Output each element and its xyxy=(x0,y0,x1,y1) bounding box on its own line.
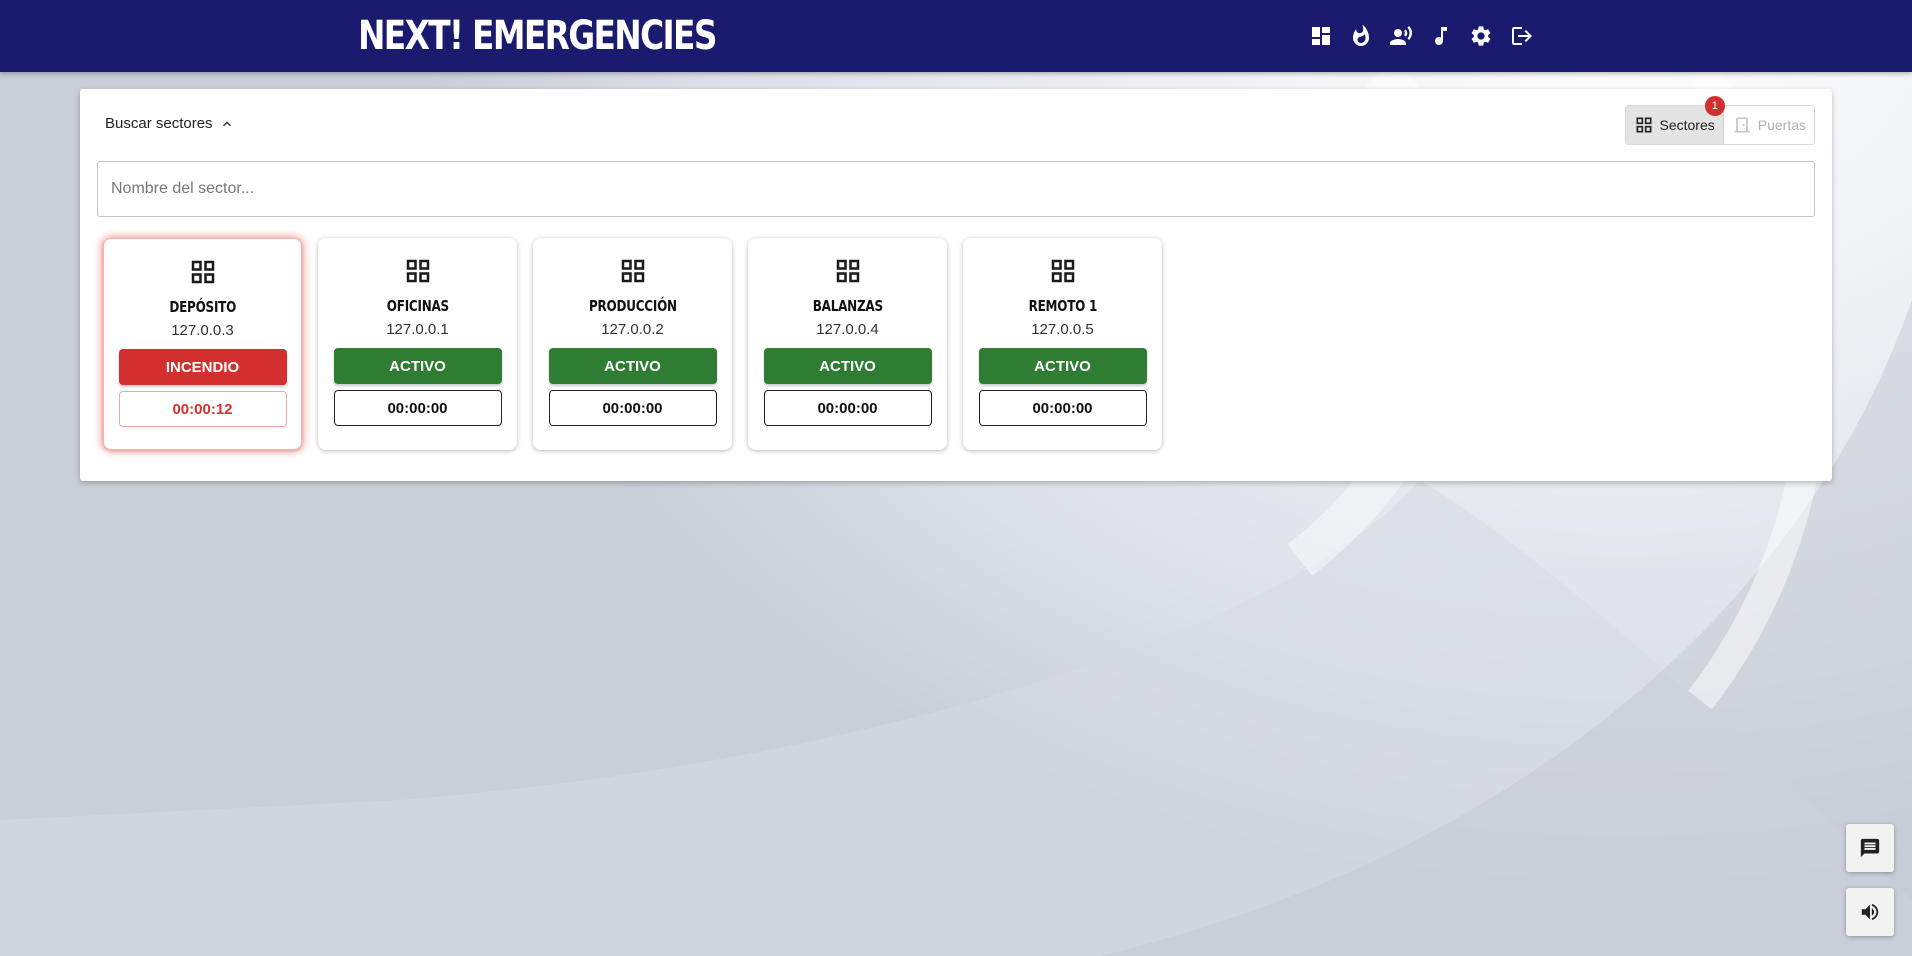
sector-name-search-input[interactable] xyxy=(97,161,1815,217)
search-sectors-toggle[interactable]: Buscar sectores xyxy=(105,115,235,132)
doors-view-button[interactable]: Puertas xyxy=(1724,106,1814,144)
fire-icon xyxy=(1353,24,1369,46)
top-nav xyxy=(1308,18,1534,54)
volume-icon xyxy=(1861,903,1879,921)
sector-ip: 127.0.0.1 xyxy=(386,321,449,338)
logout-icon xyxy=(1512,27,1532,45)
sector-card[interactable]: REMOTO 1 127.0.0.5 ACTIVO 00:00:00 xyxy=(963,238,1162,450)
music-button[interactable] xyxy=(1428,18,1454,54)
grid-icon xyxy=(833,256,863,291)
top-app-bar: NEXT! EMERGENCIES xyxy=(0,0,1912,72)
app-title: NEXT! EMERGENCIES xyxy=(358,13,717,59)
sector-card[interactable]: DEPÓSITO 127.0.0.3 INCENDIO 00:00:12 xyxy=(103,238,302,450)
grid-icon xyxy=(618,256,648,291)
dashboard-button[interactable] xyxy=(1308,18,1334,54)
sector-timer: 00:00:12 xyxy=(118,391,287,427)
fire-button[interactable] xyxy=(1348,18,1374,54)
sector-name: BALANZAS xyxy=(812,297,883,315)
chevron-up-icon xyxy=(222,120,231,126)
grid-icon xyxy=(1636,117,1651,133)
music-note-icon xyxy=(1435,27,1447,45)
sector-timer: 00:00:00 xyxy=(763,390,932,426)
message-list-icon xyxy=(1860,838,1880,858)
sectors-view-button[interactable]: Sectores 1 xyxy=(1625,96,1725,144)
sector-card[interactable]: PRODUCCIÓN 127.0.0.2 ACTIVO 00:00:00 xyxy=(533,238,732,450)
sector-ip: 127.0.0.3 xyxy=(171,322,234,339)
sector-status-button[interactable]: ACTIVO xyxy=(763,348,932,384)
search-toggle-label: Buscar sectores xyxy=(105,115,213,132)
speaker-person-icon xyxy=(1390,26,1412,45)
grid-icon xyxy=(188,257,218,292)
sectors-view-label: Sectores xyxy=(1659,117,1715,133)
sector-timer: 00:00:00 xyxy=(548,390,717,426)
sector-status-button[interactable]: ACTIVO xyxy=(333,348,502,384)
sector-name: DEPÓSITO xyxy=(169,298,236,316)
sector-name: REMOTO 1 xyxy=(1028,297,1097,315)
sector-status-button[interactable]: ACTIVO xyxy=(548,348,717,384)
voice-announcement-button[interactable] xyxy=(1388,18,1414,54)
sector-cards: DEPÓSITO 127.0.0.3 INCENDIO 00:00:12 OFI… xyxy=(103,238,1162,450)
sector-name: OFICINAS xyxy=(386,297,449,315)
sector-timer: 00:00:00 xyxy=(333,390,502,426)
sectors-panel: Buscar sectores Sectores 1 Puertas DEPÓS… xyxy=(80,89,1832,481)
doors-view-label: Puertas xyxy=(1757,117,1806,133)
grid-icon xyxy=(1048,256,1078,291)
sector-status-button[interactable]: INCENDIO xyxy=(118,349,287,385)
view-toggle-group: Sectores 1 Puertas xyxy=(1624,96,1815,145)
gear-icon xyxy=(1471,26,1491,46)
audio-button[interactable] xyxy=(1846,888,1894,936)
logout-button[interactable] xyxy=(1508,18,1534,54)
sector-card[interactable]: BALANZAS 127.0.0.4 ACTIVO 00:00:00 xyxy=(748,238,947,450)
sector-ip: 127.0.0.4 xyxy=(816,321,879,338)
sector-card[interactable]: OFICINAS 127.0.0.1 ACTIVO 00:00:00 xyxy=(318,238,517,450)
settings-button[interactable] xyxy=(1468,18,1494,54)
sector-ip: 127.0.0.2 xyxy=(601,321,664,338)
sector-timer: 00:00:00 xyxy=(978,390,1147,426)
door-icon xyxy=(1734,117,1750,133)
event-log-button[interactable] xyxy=(1846,824,1894,872)
sector-name: PRODUCCIÓN xyxy=(588,297,677,315)
sector-status-button[interactable]: ACTIVO xyxy=(978,348,1147,384)
grid-icon xyxy=(403,256,433,291)
dashboard-icon xyxy=(1312,27,1330,45)
sector-ip: 127.0.0.5 xyxy=(1031,321,1094,338)
alarm-count-badge: 1 xyxy=(1704,96,1725,116)
